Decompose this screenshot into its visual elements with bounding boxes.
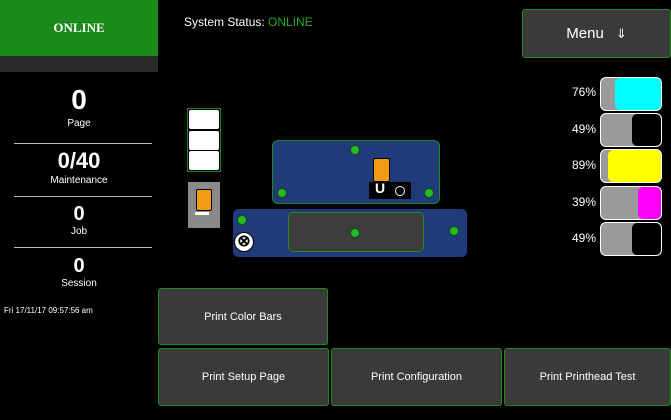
printhead-u-icon: U (375, 180, 386, 196)
status-led (350, 145, 360, 155)
status-strip (0, 56, 158, 72)
status-led (350, 228, 360, 238)
print-printhead-test-button[interactable]: Print Printhead Test (504, 348, 671, 406)
double-arrow-down-icon: ⇓ (615, 25, 627, 41)
print-printhead-test-label: Print Printhead Test (539, 371, 636, 383)
system-status-value: ONLINE (268, 15, 313, 29)
session-count-value: 0 (73, 255, 85, 277)
job-count-label: Job (70, 226, 88, 237)
magenta-ink-fill (637, 187, 661, 219)
print-setup-page-label: Print Setup Page (201, 371, 286, 383)
cancel-icon[interactable]: ⊗ (234, 232, 254, 252)
cartridge-body (196, 189, 212, 211)
magenta-ink-cartridge (600, 186, 662, 220)
session-count-label: Session (61, 278, 97, 289)
print-setup-page-button[interactable]: Print Setup Page (158, 348, 329, 406)
printhead-cartridge-icon (373, 158, 390, 182)
page-count-label: Page (67, 118, 91, 129)
status-led (237, 215, 247, 225)
page-counter: 0 Page (0, 84, 158, 130)
black-ink-cartridge (600, 113, 662, 147)
divider (14, 143, 152, 144)
status-led (277, 188, 287, 198)
menu-button[interactable]: Menu ⇓ (522, 9, 671, 58)
print-configuration-button[interactable]: Print Configuration (331, 348, 502, 406)
cyan-ink-fill (615, 78, 661, 110)
system-status-label: System Status: (184, 15, 269, 29)
maintenance-counter: 0/40 Maintenance (0, 148, 158, 187)
black-ink-percent: 49% (571, 122, 596, 136)
page-count-value: 0 (71, 84, 87, 115)
system-status: System Status: ONLINE (184, 15, 313, 29)
maintenance-count-label: Maintenance (50, 175, 108, 186)
cartridge-icon (188, 182, 220, 228)
job-counter: 0 Job (0, 204, 158, 237)
printhead-bar: U (369, 180, 411, 199)
status-led (424, 188, 434, 198)
paper-sheet (189, 151, 219, 170)
maintenance-count-value: 0/40 (57, 148, 101, 173)
status-led (449, 226, 459, 236)
black-ink-percent-2: 49% (571, 231, 596, 245)
print-color-bars-label: Print Color Bars (204, 310, 282, 323)
print-configuration-label: Print Configuration (370, 371, 463, 383)
black-ink-cartridge-2 (600, 222, 662, 256)
divider (14, 196, 152, 197)
cyan-ink-percent: 76% (571, 85, 596, 99)
print-color-bars-button[interactable]: Print Color Bars (158, 288, 328, 345)
yellow-ink-fill (607, 150, 661, 182)
circle-icon (395, 186, 405, 196)
yellow-ink-cartridge (600, 149, 662, 183)
job-count-value: 0 (73, 203, 85, 225)
online-status-tile: ONLINE (0, 0, 158, 56)
paper-sheet (189, 131, 219, 150)
yellow-ink-percent: 89% (571, 158, 596, 172)
black-ink-fill-2 (631, 223, 661, 255)
divider (14, 247, 152, 248)
menu-label: Menu (566, 25, 604, 42)
paper-sheet (189, 110, 219, 129)
black-ink-fill (631, 114, 661, 146)
cartridge-base (195, 212, 209, 215)
session-counter: 0 Session (0, 256, 158, 289)
datetime-readout: Fri 17/11/17 09:57:56 am (4, 306, 93, 315)
cyan-ink-cartridge (600, 77, 662, 111)
magenta-ink-percent: 39% (571, 195, 596, 209)
